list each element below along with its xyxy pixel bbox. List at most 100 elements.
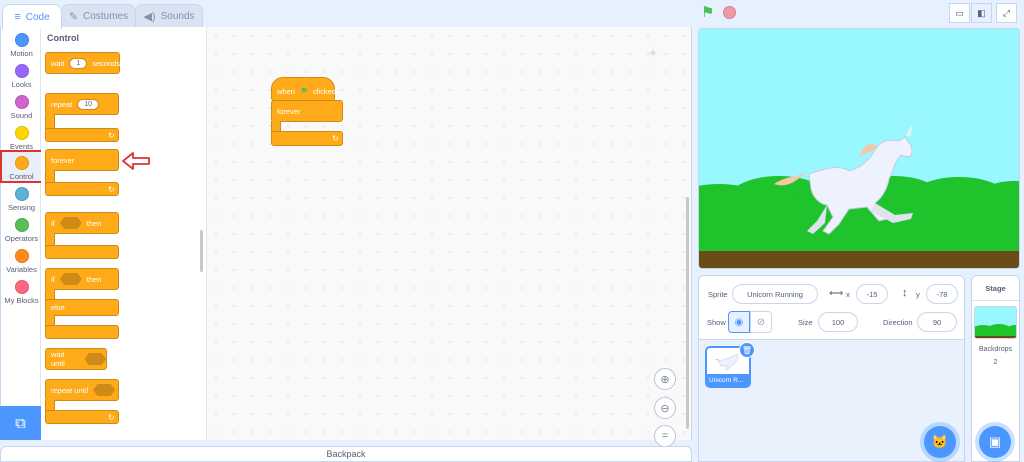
editor-tabs: ≡ Code ✎ Costumes ◀) Sounds — [0, 0, 700, 29]
hide-sprite-button[interactable]: ⊘ — [750, 311, 772, 333]
sprite-thumbnail-name: Unicorn R... — [707, 374, 749, 386]
stage-canvas[interactable] — [698, 28, 1020, 269]
repeat-count-input[interactable]: 10 — [77, 98, 100, 110]
condition-slot[interactable] — [59, 273, 82, 285]
large-stage-button[interactable]: ◧ — [971, 3, 992, 23]
zoom-in-icon: ⊕ — [660, 373, 670, 386]
block-forever-script-bottom: ↻ — [271, 131, 343, 146]
sprite-watermark-icon: ✦ — [647, 45, 659, 61]
category-my-blocks[interactable]: My Blocks — [1, 278, 42, 308]
category-menu: Motion Looks Sound Events Control Sensin… — [0, 27, 43, 440]
category-control[interactable]: Control — [0, 150, 43, 183]
stage-pane-title: Stage — [985, 284, 1006, 293]
green-flag-icon: ⚑ — [701, 4, 715, 21]
fullscreen-icon: ⤢ — [1002, 7, 1011, 18]
stop-button[interactable] — [723, 6, 736, 19]
loop-arrow-icon: ↻ — [108, 131, 115, 140]
trash-icon: 🗑 — [741, 345, 753, 355]
condition-slot[interactable] — [59, 217, 82, 229]
condition-slot[interactable] — [93, 384, 116, 396]
tab-costumes[interactable]: ✎ Costumes — [61, 4, 136, 28]
block-if-bottom — [45, 245, 119, 259]
category-dot-icon — [14, 64, 29, 78]
cat-plus-icon: 🐱 — [931, 434, 949, 449]
zoom-reset-icon: = — [661, 430, 669, 442]
palette-scrollbar[interactable] — [200, 230, 203, 272]
brush-icon: ✎ — [68, 11, 79, 23]
fullscreen-button[interactable]: ⤢ — [996, 3, 1017, 23]
loop-arrow-icon: ↻ — [332, 134, 339, 143]
block-forever-bottom: ↻ — [45, 182, 119, 196]
choose-backdrop-button[interactable]: ▣ — [979, 426, 1011, 458]
code-workspace[interactable]: ✦ when ⚑ clicked forever ↻ ⊕ ⊖ = — [207, 27, 692, 447]
add-extension-button[interactable]: ⧉ — [0, 406, 41, 440]
category-looks[interactable]: Looks — [1, 62, 42, 92]
block-repeat[interactable]: repeat 10 — [45, 93, 119, 115]
zoom-reset-button[interactable]: = — [654, 425, 676, 447]
backdrops-count: 2 — [993, 359, 998, 366]
tab-sounds[interactable]: ◀) Sounds — [135, 4, 203, 28]
y-arrows-icon: ↕ — [902, 287, 908, 299]
green-flag-icon: ⚑ — [299, 85, 309, 96]
block-if-else[interactable]: if then — [45, 268, 119, 290]
show-sprite-button[interactable]: ◉ — [728, 311, 750, 333]
category-dot-icon — [14, 218, 29, 232]
category-variables[interactable]: Variables — [1, 247, 42, 277]
block-else: else — [45, 299, 119, 316]
category-dot-icon — [14, 280, 29, 294]
small-stage-button[interactable]: ▭ — [949, 3, 970, 23]
small-stage-icon: ▭ — [955, 7, 964, 18]
large-stage-icon: ◧ — [977, 7, 986, 18]
x-position-input[interactable]: -15 — [856, 284, 888, 304]
block-forever[interactable]: forever — [45, 149, 119, 171]
category-operators[interactable]: Operators — [1, 216, 42, 246]
direction-input[interactable]: 90 — [917, 312, 957, 332]
category-dot-icon — [14, 33, 29, 47]
backdrop-thumb-icon — [975, 307, 1016, 338]
block-wait[interactable]: wait 1 seconds — [45, 52, 120, 74]
delete-sprite-button[interactable]: 🗑 — [739, 342, 755, 358]
loop-arrow-icon: ↻ — [108, 413, 115, 422]
code-icon: ≡ — [14, 11, 21, 23]
green-flag-button[interactable]: ⚑ — [701, 5, 716, 20]
sprite-name-input[interactable]: Unicorn Running — [732, 284, 818, 304]
stage-target-pane[interactable]: Stage Backdrops 2 ▣ — [971, 275, 1020, 462]
block-wait-until[interactable]: wait until — [45, 348, 107, 370]
category-dot-icon — [14, 187, 29, 201]
speaker-icon: ◀) — [143, 11, 156, 23]
block-if-else-bottom — [45, 325, 119, 339]
tab-code[interactable]: ≡ Code — [2, 4, 62, 29]
category-motion[interactable]: Motion — [1, 31, 42, 61]
palette-title: Control — [47, 33, 79, 43]
wait-seconds-input[interactable]: 1 — [69, 57, 88, 69]
zoom-out-icon: ⊖ — [660, 402, 670, 415]
block-repeat-until-bottom: ↻ — [45, 410, 119, 424]
sprite-list: Unicorn R... 🗑 🐱 — [698, 340, 965, 462]
stage-pane-divider — [972, 300, 1019, 301]
size-input[interactable]: 100 — [818, 312, 858, 332]
extension-icon: ⧉ — [15, 414, 26, 432]
block-palette: Control wait 1 seconds repeat 10 ↻ forev… — [41, 27, 207, 440]
block-repeat-until[interactable]: repeat until — [45, 379, 119, 401]
zoom-out-button[interactable]: ⊖ — [654, 397, 676, 419]
condition-slot[interactable] — [84, 353, 106, 365]
category-dot-icon — [14, 156, 29, 170]
category-dot-icon — [14, 126, 29, 140]
backpack-bar[interactable]: Backpack — [0, 446, 692, 462]
block-if-then[interactable]: if then — [45, 212, 119, 234]
category-events[interactable]: Events — [1, 124, 42, 154]
y-position-input[interactable]: -78 — [926, 284, 958, 304]
block-forever-script[interactable]: forever — [271, 100, 343, 122]
stage-thumbnail[interactable] — [974, 306, 1017, 339]
choose-sprite-button[interactable]: 🐱 — [924, 426, 956, 458]
loop-arrow-icon: ↻ — [108, 185, 115, 194]
category-sound[interactable]: Sound — [1, 93, 42, 123]
workspace-scrollbar[interactable] — [686, 197, 689, 429]
image-plus-icon: ▣ — [988, 434, 1002, 449]
sprite-info-panel: Sprite Unicorn Running ⟷ x -15 ↕ y -78 S… — [698, 275, 965, 340]
category-sensing[interactable]: Sensing — [1, 185, 42, 215]
block-repeat-bottom: ↻ — [45, 128, 119, 142]
zoom-in-button[interactable]: ⊕ — [654, 368, 676, 390]
block-when-flag-clicked[interactable]: when ⚑ clicked — [271, 77, 336, 101]
category-dot-icon — [14, 95, 29, 109]
